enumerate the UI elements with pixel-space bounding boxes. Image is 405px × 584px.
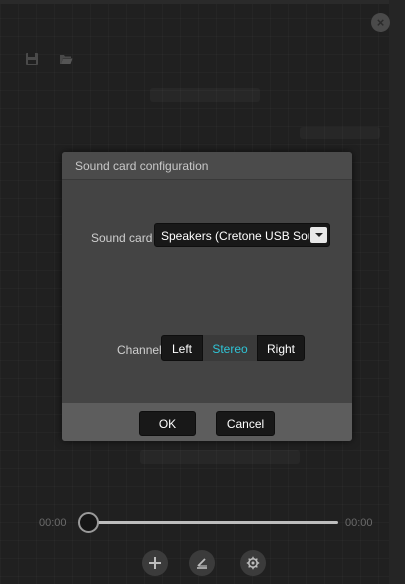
plus-icon [149,557,161,569]
dialog-title: Sound card configuration [75,159,209,173]
dialog-footer: OK Cancel [62,403,352,441]
window-right-edge [389,0,405,584]
app-window: × Sound card configuration Sound card Sp… [0,0,405,584]
time-elapsed: 00:00 [39,517,67,529]
gear-icon [246,556,260,570]
seek-track[interactable] [86,521,338,524]
channel-label: Channel [117,343,162,357]
time-total: 00:00 [345,517,373,529]
ok-button[interactable]: OK [139,411,196,436]
add-button[interactable] [142,550,168,576]
dialog-header: Sound card configuration [62,152,352,180]
save-icon[interactable] [25,52,39,66]
seek-thumb[interactable] [78,512,99,533]
settings-button[interactable] [240,550,266,576]
sound-card-dialog: Sound card configuration Sound card Spea… [62,152,352,441]
background-panel [150,88,260,102]
sound-card-select[interactable]: Speakers (Cretone USB Sound [154,223,330,247]
chevron-down-icon[interactable] [310,227,327,243]
channel-stereo-button[interactable]: Stereo [203,335,257,361]
background-panel [300,127,380,139]
channel-right-button[interactable]: Right [257,335,305,361]
equalizer-button[interactable] [189,550,215,576]
cancel-button[interactable]: Cancel [216,411,275,436]
close-icon[interactable]: × [371,13,390,32]
folder-open-icon[interactable] [59,52,73,66]
sound-card-value: Speakers (Cretone USB Sound [161,229,309,243]
sound-card-label: Sound card [91,231,153,245]
equalizer-icon [197,558,207,569]
window-top-edge [0,0,405,4]
channel-left-button[interactable]: Left [161,335,203,361]
background-panel [140,450,300,464]
